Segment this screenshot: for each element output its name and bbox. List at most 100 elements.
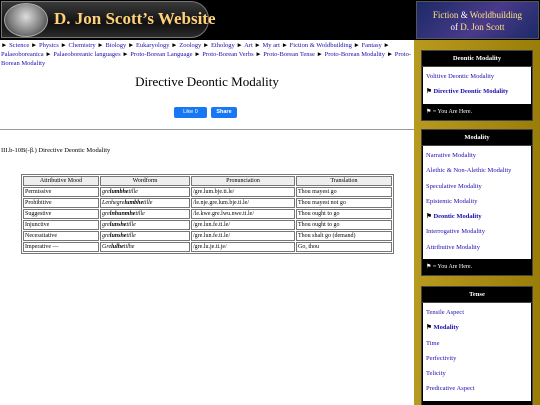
wordform-prefix: gre	[102, 189, 110, 195]
arrow-right-icon: ►	[30, 42, 39, 49]
pronunciation-cell: /le.kwe.gre.lwu.nwe.ti.le/	[191, 209, 295, 219]
wordform-prefix: gre	[102, 211, 110, 217]
mood-table: Attributive Mood Wordform Pronunciation …	[21, 174, 394, 254]
breadcrumb-link[interactable]: Proto-Borean Tense	[263, 51, 315, 58]
sidebar-item-list: Tensile Aspect ⚑ Modality Time Perfectivity…	[423, 303, 531, 401]
fiction-worldbuilding-banner[interactable]: Fiction & Worldbuilding of D. Jon Scott	[416, 1, 539, 39]
sidebar-item-current[interactable]: ⚑ Modality	[426, 320, 528, 335]
breadcrumb-link[interactable]: Ethology	[211, 42, 235, 49]
sidebar-box-title: Tense	[422, 287, 532, 303]
wordform-cell: grelumbhetille	[100, 187, 190, 197]
arrow-right-icon: ►	[60, 42, 69, 49]
table-row: Suggestive grelnhunmhetille/le.kwe.gre.lw…	[23, 209, 392, 219]
table-row: Injunctive grelunshetille/gre.lun.fe.ti.l…	[23, 220, 392, 230]
arrow-right-icon: ►	[353, 42, 362, 49]
pronunciation-cell: /le.nje.gre.lum.bje.ti.le/	[191, 198, 295, 208]
wordform-cell: grelnhunmhetille	[100, 209, 190, 219]
breadcrumb-link[interactable]: Palaeoboreanic languages	[53, 51, 120, 58]
mood-cell: Injunctive	[23, 220, 99, 230]
page-title: Directive Deontic Modality	[135, 74, 279, 89]
table-body: Permissive grelumbhetille/gre.lum.bje.ti.…	[23, 187, 392, 252]
arrow-right-icon: ►	[1, 42, 10, 49]
you-are-here-legend: ⚑ = You Are Here.	[422, 401, 532, 405]
wordform-suffix: tille	[135, 211, 145, 217]
arrow-right-icon: ►	[316, 51, 325, 58]
wordform-root: lunshe	[109, 222, 127, 228]
sidebar-item-label: Deontic Modality	[433, 213, 482, 221]
breadcrumb-link[interactable]: My art	[262, 42, 280, 49]
breadcrumb-link[interactable]: Fantasy	[362, 42, 382, 49]
sidebar-item[interactable]: Speculative Modality	[426, 179, 528, 194]
breadcrumb-link[interactable]: Proto-Borean Verbs	[202, 51, 253, 58]
banner-amp: &	[458, 10, 470, 20]
banner-of: of	[450, 22, 461, 32]
sidebar-item-list: Volitive Deontic Modality ⚑ Directive Deo…	[423, 67, 531, 104]
wordform-suffix: tille	[143, 200, 153, 206]
breadcrumb-link[interactable]: Palaeoboreanica	[1, 51, 44, 58]
wordform-suffix: tilhe	[123, 244, 135, 250]
breadcrumb-link[interactable]: Physics	[39, 42, 59, 49]
facebook-share-button[interactable]: Share	[211, 107, 237, 118]
table-row: Imperative — Grelulhetilhe/gre.lu.je.ti.j…	[23, 242, 392, 252]
section-identifier: III.b-10B(-β.) Directive Deontic Modalit…	[1, 147, 111, 154]
mood-cell: Permissive	[23, 187, 99, 197]
sidebar-nav-box: Modality Narrative Modality Alethic & Non-…	[421, 129, 533, 277]
breadcrumb-link[interactable]: Biology	[105, 42, 126, 49]
banner-word-worldbuilding: Worldbuilding	[469, 10, 523, 20]
sidebar-item[interactable]: Interrogative Modality	[426, 224, 528, 239]
sidebar-item[interactable]: Time	[426, 336, 528, 351]
sidebar-item[interactable]: Telicity	[426, 366, 528, 381]
breadcrumb-link[interactable]: Science	[9, 42, 29, 49]
banner-word-fiction: Fiction	[432, 10, 459, 20]
mood-cell: Necessitative	[23, 231, 99, 241]
sidebar-item-current[interactable]: ⚑ Directive Deontic Modality	[426, 84, 528, 99]
breadcrumb-link[interactable]: Eukaryology	[136, 42, 170, 49]
facebook-like-button[interactable]: Like 0	[174, 107, 207, 118]
wordform-prefix: Lenhegre	[102, 200, 125, 206]
translation-cell: Go, thou	[296, 242, 392, 252]
translation-cell: Thou ought to go	[296, 209, 392, 219]
table-header-row: Attributive Mood Wordform Pronunciation …	[23, 176, 392, 186]
arrow-right-icon: ►	[386, 51, 395, 58]
arrow-right-icon: ►	[383, 42, 390, 49]
sidebar-item-current[interactable]: ⚑ Deontic Modality	[426, 209, 528, 224]
pronunciation-cell: /gre.lun.fe.ti.le/	[191, 231, 295, 241]
divider	[0, 129, 414, 130]
sidebar-item[interactable]: Perfectivity	[426, 351, 528, 366]
wordform-cell: grelunshetille	[100, 231, 190, 241]
breadcrumb-link[interactable]: Proto-Borean Modality	[325, 51, 385, 58]
sidebar-item[interactable]: Tensile Aspect	[426, 305, 528, 320]
sidebar-nav-box: Tense Tensile Aspect ⚑ Modality Time Perfect…	[421, 286, 533, 405]
sidebar-item[interactable]: Alethic & Non-Alethic Modality	[426, 163, 528, 178]
translation-cell: Thou ought to go	[296, 220, 392, 230]
breadcrumb-link[interactable]: Proto-Borean Language	[130, 51, 192, 58]
breadcrumb-link[interactable]: Zoology	[179, 42, 201, 49]
breadcrumb-link[interactable]: Art	[244, 42, 253, 49]
table-row: Necessitative grelunshetille/gre.lun.fe.t…	[23, 231, 392, 241]
column-header: Attributive Mood	[23, 176, 99, 186]
breadcrumb-link[interactable]: Chemistry	[69, 42, 96, 49]
breadcrumb-link[interactable]: Fiction & Woldbuilding	[290, 42, 352, 49]
wordform-suffix: tille	[128, 189, 138, 195]
table-row: Prohibitive Lenhegrelumbhetille/le.nje.gr…	[23, 198, 392, 208]
wordform-suffix: tille	[126, 222, 136, 228]
sidebar-item[interactable]: Predicative Aspect	[426, 381, 528, 396]
wordform-prefix: Gre	[102, 244, 112, 250]
you-are-here-legend: ⚑ = You Are Here.	[426, 108, 473, 115]
wordform-cell: Lenhegrelumbhetille	[100, 198, 190, 208]
sidebar-item[interactable]: Attributive Modality	[426, 240, 528, 255]
pronunciation-cell: /gre.lun.fe.ti.le/	[191, 220, 295, 230]
sidebar-item[interactable]: Volitive Deontic Modality	[426, 69, 528, 84]
sidebar-item[interactable]: Epistemic Modality	[426, 194, 528, 209]
banner-author: D. Jon Scott	[460, 22, 505, 32]
sidebar-nav-box: Deontic Modality Volitive Deontic Modalit…	[421, 50, 533, 121]
wordform-cell: Grelulhetilhe	[100, 242, 190, 252]
main-content: ► Science ► Physics ► Chemistry ► Biolog…	[0, 0, 414, 405]
sidebar-item[interactable]: Narrative Modality	[426, 148, 528, 163]
mood-cell: Prohibitive	[23, 198, 99, 208]
mood-cell: Imperative —	[23, 242, 99, 252]
arrow-right-icon: ►	[171, 42, 180, 49]
wordform-root: lumbhe	[109, 189, 129, 195]
sidebar-item-label: Directive Deontic Modality	[433, 88, 509, 96]
translation-cell: Thou mayest not go	[296, 198, 392, 208]
